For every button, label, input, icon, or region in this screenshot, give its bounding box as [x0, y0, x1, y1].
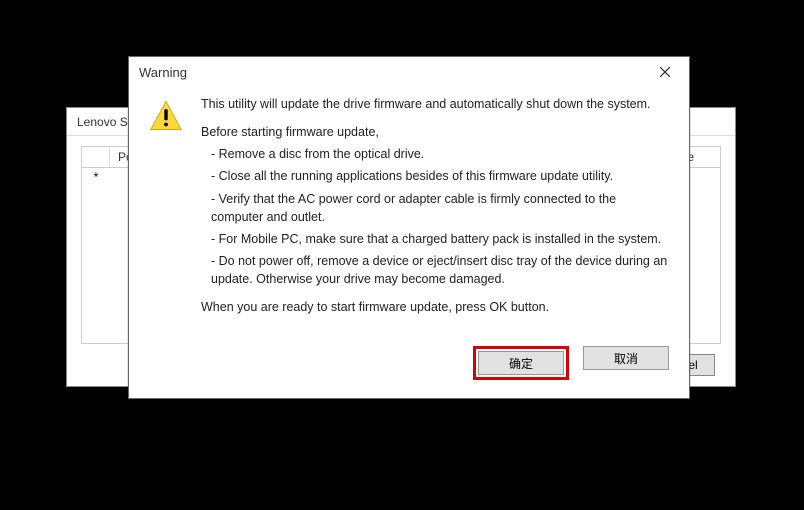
text-before: Before starting firmware update, — [201, 123, 669, 141]
text-bullet-1: - Remove a disc from the optical drive. — [201, 145, 669, 163]
text-bullet-2: - Close all the running applications bes… — [201, 167, 669, 185]
text-intro: This utility will update the drive firmw… — [201, 95, 669, 113]
close-icon — [660, 67, 670, 77]
table-header-star — [82, 147, 110, 167]
ok-highlight: 确定 — [473, 346, 569, 380]
cancel-button[interactable]: 取消 — [583, 346, 669, 370]
dialog-button-row: 确定 取消 — [129, 336, 689, 398]
warning-icon — [149, 95, 185, 320]
dialog-message: This utility will update the drive firmw… — [201, 95, 669, 320]
table-cell-star: * — [82, 170, 110, 184]
text-ready: When you are ready to start firmware upd… — [201, 298, 669, 316]
ok-button[interactable]: 确定 — [478, 351, 564, 375]
text-bullet-4: - For Mobile PC, make sure that a charge… — [201, 230, 669, 248]
dialog-titlebar: Warning — [129, 57, 689, 87]
text-bullet-5: - Do not power off, remove a device or e… — [201, 252, 669, 288]
text-bullet-3: - Verify that the AC power cord or adapt… — [201, 190, 669, 226]
close-button[interactable] — [651, 62, 679, 82]
dialog-body: This utility will update the drive firmw… — [129, 87, 689, 336]
dialog-title: Warning — [139, 65, 187, 80]
warning-dialog: Warning This utility will update the dri… — [128, 56, 690, 399]
